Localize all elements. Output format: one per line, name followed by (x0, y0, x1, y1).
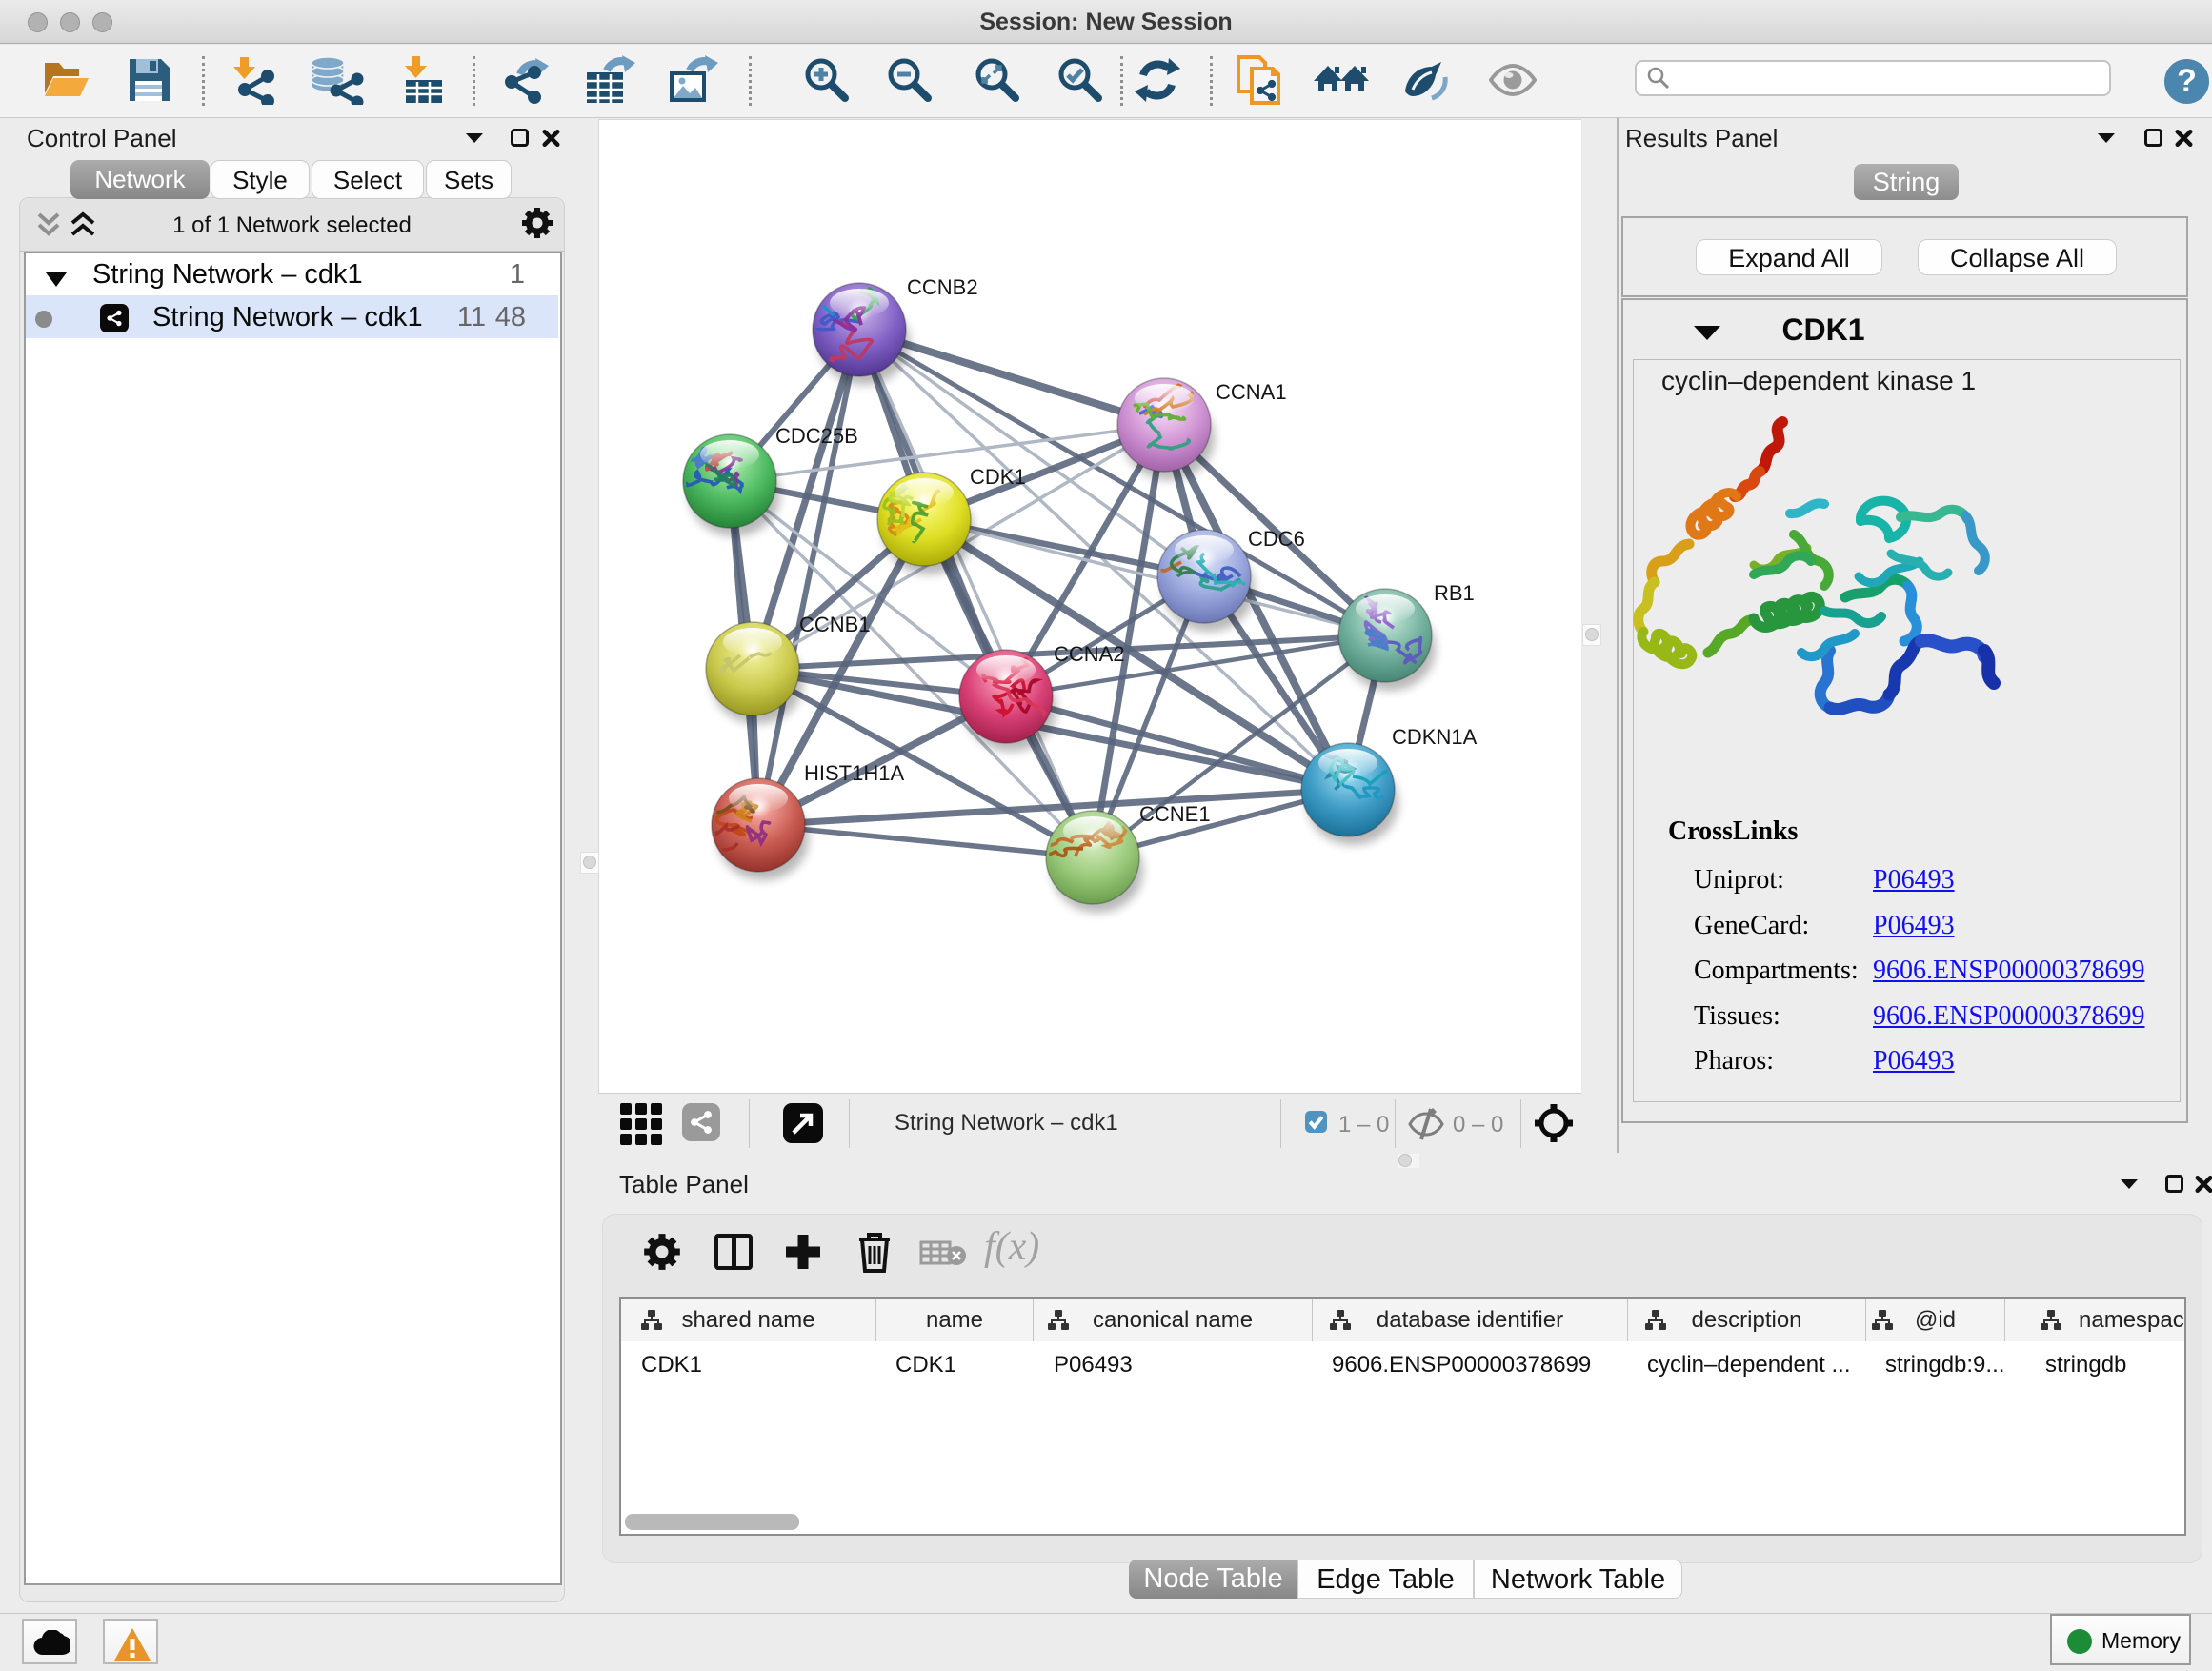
svg-text:CDC25B: CDC25B (775, 424, 858, 448)
svg-text:CCNA2: CCNA2 (1054, 642, 1125, 666)
svg-text:CDK1: CDK1 (970, 465, 1026, 489)
svg-text:CCNA1: CCNA1 (1216, 380, 1287, 404)
svg-text:RB1: RB1 (1434, 581, 1475, 605)
svg-text:CCNB2: CCNB2 (907, 275, 978, 299)
svg-text:CCNB1: CCNB1 (799, 613, 871, 636)
svg-text:CDKN1A: CDKN1A (1392, 725, 1478, 749)
svg-text:CDC6: CDC6 (1248, 527, 1305, 551)
svg-text:HIST1H1A: HIST1H1A (804, 761, 904, 785)
svg-text:CCNE1: CCNE1 (1139, 802, 1211, 826)
